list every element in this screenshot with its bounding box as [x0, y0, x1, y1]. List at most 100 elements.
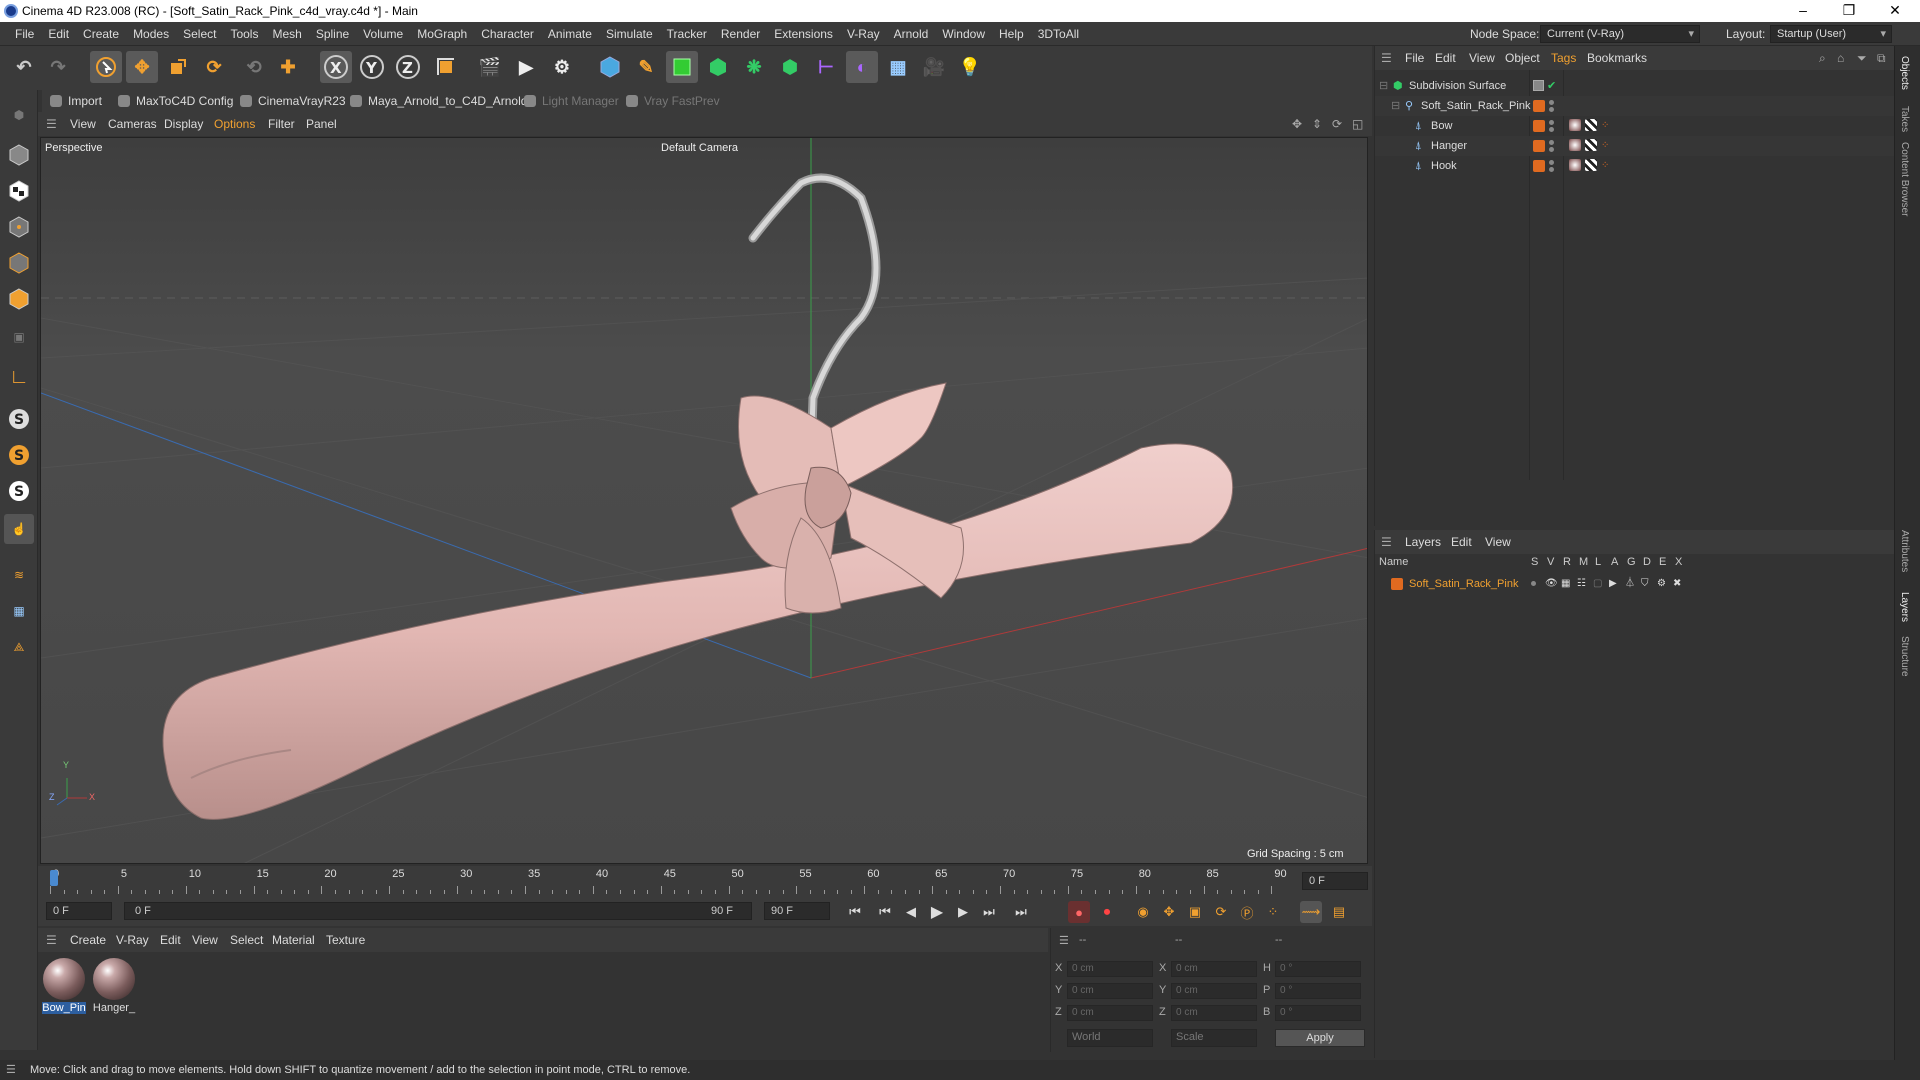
phong-tag-icon[interactable]: ⁘ [1601, 156, 1609, 176]
layer-color-tag[interactable] [1533, 120, 1545, 132]
deformer-icon[interactable]: ⛉ [1641, 574, 1649, 594]
coordinate-mode-dropdown[interactable]: World [1067, 1029, 1153, 1047]
menu-file[interactable]: File [8, 22, 41, 46]
viewport-3d[interactable]: Perspective Default Camera Grid Spacing … [40, 137, 1368, 864]
expand-icon[interactable]: ⊟ [1391, 96, 1400, 116]
menu-render[interactable]: Render [714, 22, 767, 46]
size-z-field[interactable]: 0 cm [1171, 1005, 1257, 1021]
material-menu-view[interactable]: View [192, 928, 218, 952]
menu-edit[interactable]: Edit [41, 22, 76, 46]
key-rotation-icon[interactable]: ⟳ [1210, 901, 1232, 923]
object-row-soft-satin-rack-pink[interactable]: ⊟ ⚲ Soft_Satin_Rack_Pink [1375, 96, 1895, 116]
menu-select[interactable]: Select [176, 22, 223, 46]
layer-row[interactable]: Soft_Satin_Rack_Pink 👁 ▦ ☷ ▢ ▶ ⏃ ⛉ ⚙ ✖ [1375, 574, 1895, 594]
layer-color-tag[interactable] [1533, 160, 1545, 172]
material-menu-edit[interactable]: Edit [160, 928, 181, 952]
material-menu-icon[interactable]: ☰ [46, 928, 57, 952]
menu-volume[interactable]: Volume [356, 22, 410, 46]
play-icon[interactable]: ▶ [926, 901, 948, 923]
end-frame-field[interactable]: 90 F [764, 902, 830, 920]
tab-content-browser[interactable]: Content Browser [1899, 142, 1910, 216]
menu-create[interactable]: Create [76, 22, 126, 46]
menu-arnold[interactable]: Arnold [887, 22, 936, 46]
layout-dropdown[interactable]: Startup (User) [1770, 25, 1892, 43]
start-frame-field[interactable]: 0 F [46, 902, 112, 920]
generator-icon[interactable]: ⏃ [1625, 574, 1635, 594]
menu-spline[interactable]: Spline [309, 22, 356, 46]
recent-tool-icon[interactable]: ⟲ [238, 51, 270, 83]
axis-mode-icon[interactable]: ∟ [4, 362, 34, 392]
render-visibility-dot[interactable] [1549, 147, 1554, 152]
viewport-maximize-icon[interactable]: ◱ [1352, 112, 1363, 136]
search-icon[interactable]: ⌕ [1819, 46, 1826, 70]
rotation-p-field[interactable]: 0 ° [1275, 983, 1361, 999]
visibility-toggle-icon[interactable] [1533, 80, 1544, 91]
enabled-check-icon[interactable]: ✔ [1547, 76, 1556, 96]
object-menu-view[interactable]: View [1469, 46, 1495, 70]
extrude-icon[interactable] [702, 51, 734, 83]
fields-icon[interactable]: ⬢ [774, 51, 806, 83]
filter-icon[interactable]: ⏷ [1857, 46, 1867, 70]
key-parameter-icon[interactable]: Ⓟ [1236, 901, 1258, 923]
import-plugin-button[interactable]: Import [48, 92, 102, 110]
x-axis-lock-icon[interactable]: X [320, 51, 352, 83]
size-y-field[interactable]: 0 cm [1171, 983, 1257, 999]
snap-settings-icon[interactable]: S [4, 440, 34, 470]
texture-tag-icon[interactable] [1585, 119, 1597, 131]
layer-col-manager[interactable]: M [1579, 556, 1588, 568]
frame-range-slider[interactable]: 0 F 90 F [124, 902, 752, 920]
object-menu-icon[interactable]: ☰ [1381, 46, 1392, 70]
floor-icon[interactable]: ▦ [882, 51, 914, 83]
edge-mode-icon[interactable] [4, 248, 34, 278]
menu-character[interactable]: Character [474, 22, 541, 46]
tab-objects[interactable]: Objects [1899, 56, 1910, 90]
tab-takes[interactable]: Takes [1899, 106, 1910, 132]
previous-key-icon[interactable]: ⏮ [874, 901, 896, 923]
status-menu-icon[interactable]: ☰ [6, 1060, 16, 1080]
mograph-cloner-icon[interactable]: ❋ [738, 51, 770, 83]
layer-menu-edit[interactable]: Edit [1451, 530, 1472, 554]
render-icon[interactable]: ▦ [1561, 574, 1570, 594]
uv-mode-icon[interactable]: ▣ [4, 322, 34, 352]
layer-col-deformers[interactable]: D [1643, 556, 1651, 568]
material-menu-vray[interactable]: V-Ray [116, 928, 149, 952]
maya-arnold-button[interactable]: Maya_Arnold_to_C4D_Arnold [348, 92, 527, 110]
menu-tools[interactable]: Tools [223, 22, 265, 46]
tab-layers[interactable]: Layers [1899, 592, 1910, 622]
xref-icon[interactable]: ✖ [1673, 574, 1681, 594]
sculpt-icon[interactable]: ⟁ [4, 632, 34, 662]
editor-visibility-dot[interactable] [1549, 160, 1554, 165]
undo-icon[interactable]: ↶ [8, 51, 40, 83]
tab-structure[interactable]: Structure [1899, 636, 1910, 677]
render-region-icon[interactable]: 🎬 [474, 51, 506, 83]
menu-tracker[interactable]: Tracker [660, 22, 714, 46]
menu-mograph[interactable]: MoGraph [410, 22, 474, 46]
viewport-menu-options[interactable]: Options [214, 112, 255, 136]
move-tool-icon[interactable]: ✥ [126, 51, 158, 83]
material-tag-icon[interactable] [1569, 139, 1581, 151]
next-key-icon[interactable]: ⏭ [978, 901, 1000, 923]
layer-col-xrefs[interactable]: X [1675, 556, 1682, 568]
coordinate-system-icon[interactable] [430, 51, 462, 83]
render-visibility-dot[interactable] [1549, 107, 1554, 112]
material-menu-create[interactable]: Create [70, 928, 106, 952]
subdivision-icon[interactable] [666, 51, 698, 83]
coordinates-menu-icon[interactable]: ☰ [1059, 934, 1069, 947]
menu-help[interactable]: Help [992, 22, 1031, 46]
autokey-icon[interactable]: ⏺ [1096, 901, 1118, 923]
menu-mesh[interactable]: Mesh [265, 22, 308, 46]
viewport-rotate-icon[interactable]: ⟳ [1332, 112, 1342, 136]
viewport-menu-display[interactable]: Display [164, 112, 203, 136]
menu-modes[interactable]: Modes [126, 22, 176, 46]
viewport-move-icon[interactable]: ✥ [1292, 112, 1302, 136]
motion-system-icon[interactable]: ⟿ [1300, 901, 1322, 923]
animation-icon[interactable]: ▶ [1609, 574, 1617, 594]
phong-tag-icon[interactable]: ⁘ [1601, 116, 1609, 136]
menu-animate[interactable]: Animate [541, 22, 599, 46]
viewport-menu-view[interactable]: View [70, 112, 96, 136]
close-button[interactable]: ✕ [1872, 0, 1918, 22]
spline-deformer-icon[interactable]: ◐ [846, 51, 878, 83]
size-mode-dropdown[interactable]: Scale [1171, 1029, 1257, 1047]
make-editable-icon[interactable]: ⬢ [4, 100, 34, 130]
redo-icon[interactable]: ↷ [42, 51, 74, 83]
